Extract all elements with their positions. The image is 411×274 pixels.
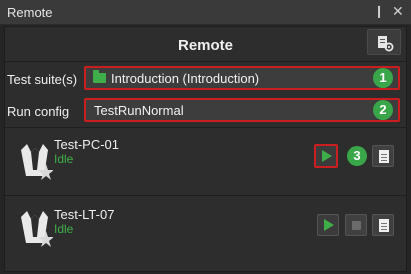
agent-icon: [21, 144, 53, 180]
close-icon[interactable]: ✕: [392, 3, 404, 20]
document-icon: [379, 219, 389, 232]
stop-button[interactable]: [345, 214, 367, 236]
folder-icon: [93, 70, 106, 83]
page-title: Remote: [177, 37, 233, 54]
header-divider: [5, 61, 406, 62]
agent-name: Test-LT-07: [54, 207, 115, 222]
window-title: Remote: [7, 5, 53, 20]
test-suite-label: Test suite(s): [7, 72, 78, 87]
remote-settings-button[interactable]: [367, 29, 401, 55]
play-icon: [324, 219, 334, 231]
callout-badge-3: 3: [347, 146, 367, 166]
pin-icon[interactable]: ❙: [374, 4, 384, 18]
agent-divider: [5, 195, 406, 196]
run-config-value: TestRunNormal: [94, 103, 184, 118]
log-button[interactable]: [372, 145, 394, 167]
agent-icon: [21, 211, 53, 247]
run-button[interactable]: [314, 144, 338, 168]
run-button[interactable]: [317, 214, 339, 236]
agent-status: Idle: [54, 152, 74, 166]
document-icon: [379, 150, 389, 163]
callout-badge-2: 2: [373, 100, 393, 120]
play-icon: [322, 150, 332, 162]
callout-badge-1: 1: [373, 68, 393, 88]
window-titlebar: Remote ❙ ✕: [0, 0, 411, 25]
run-config-field[interactable]: TestRunNormal: [84, 98, 400, 122]
remote-panel: Remote Test suite(s) Introduction (Intro…: [4, 26, 407, 272]
test-suite-field[interactable]: Introduction (Introduction): [84, 66, 400, 90]
settings-icon: [378, 36, 394, 52]
log-button[interactable]: [372, 214, 394, 236]
stop-icon: [352, 221, 361, 230]
agent-status: Idle: [54, 222, 74, 236]
test-suite-value: Introduction (Introduction): [111, 71, 260, 86]
agent-name: Test-PC-01: [54, 137, 120, 152]
form-divider: [5, 127, 406, 128]
run-config-label: Run config: [7, 104, 70, 119]
